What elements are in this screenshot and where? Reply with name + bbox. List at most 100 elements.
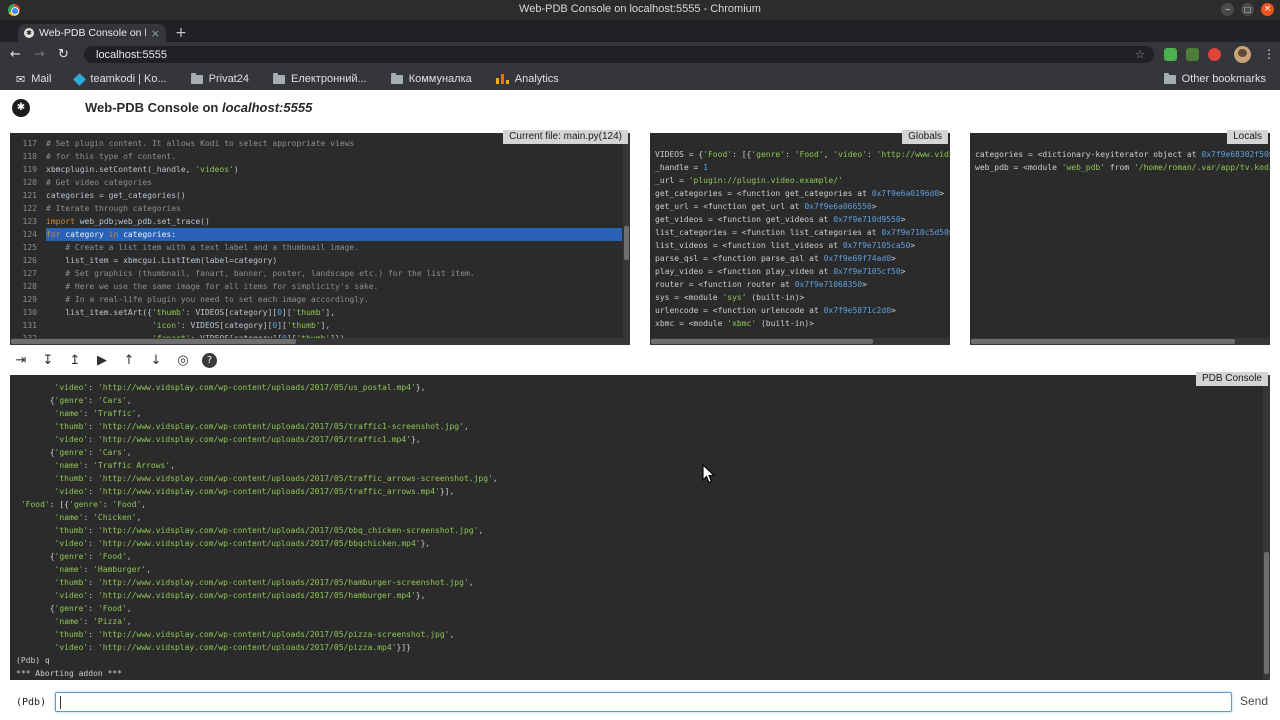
output-line: 'name': 'Traffic Arrows', bbox=[16, 459, 1268, 472]
window-titlebar[interactable]: Web-PDB Console on localhost:5555 - Chro… bbox=[0, 0, 1280, 20]
folder-icon bbox=[1164, 75, 1176, 84]
return-button[interactable]: ↥ bbox=[67, 352, 83, 369]
where-button[interactable]: ◎ bbox=[175, 352, 191, 369]
output-line: urlencode = <function urlencode at 0x7f9… bbox=[655, 304, 948, 317]
profile-avatar[interactable] bbox=[1234, 46, 1251, 63]
extension-1-icon[interactable] bbox=[1164, 48, 1177, 61]
code-line: 122# Iterate through categories bbox=[10, 202, 622, 215]
up-button[interactable]: ↑ bbox=[121, 352, 137, 369]
code-line: 128 # Here we use the same image for all… bbox=[10, 280, 622, 293]
console-panel: PDB Console 'video': 'http://www.vidspla… bbox=[10, 375, 1270, 680]
scrollbar-thumb[interactable] bbox=[624, 226, 629, 260]
bookmark-teamkodi[interactable]: teamkodi | Ko... bbox=[75, 73, 166, 85]
bookmark-analytics[interactable]: Analytics bbox=[496, 73, 559, 85]
page-title: Web-PDB Console on localhost:5555 bbox=[85, 100, 312, 115]
continue-button[interactable]: ▶ bbox=[94, 352, 110, 369]
analytics-icon bbox=[496, 74, 509, 84]
page-title-prefix: Web-PDB Console on bbox=[85, 100, 222, 115]
help-button[interactable]: ? bbox=[202, 353, 217, 368]
locals-chip: Locals bbox=[1227, 130, 1268, 144]
send-button[interactable]: Send bbox=[1240, 694, 1268, 708]
locals-horizontal-scrollbar[interactable] bbox=[970, 338, 1270, 345]
scrollbar-thumb[interactable] bbox=[971, 339, 1235, 344]
locals-output: categories = <dictionary-keyiterator obj… bbox=[970, 133, 1270, 345]
code-line: 124for category in categories: bbox=[10, 228, 622, 241]
output-line: sys = <module 'sys' (built-in)> bbox=[655, 291, 948, 304]
bookmark-star-icon[interactable]: ☆ bbox=[1135, 48, 1145, 61]
pdb-prompt-label: (Pdb) bbox=[16, 697, 46, 708]
extension-2-icon[interactable] bbox=[1186, 48, 1199, 61]
code-line: 126 list_item = xbmcgui.ListItem(label=c… bbox=[10, 254, 622, 267]
output-line: get_url = <function get_url at 0x7f9e6a0… bbox=[655, 200, 948, 213]
forward-icon[interactable]: → bbox=[34, 47, 45, 62]
output-line: 'video': 'http://www.vidsplay.com/wp-con… bbox=[16, 537, 1268, 550]
pdb-command-input[interactable] bbox=[55, 692, 1232, 712]
new-tab-button[interactable]: + bbox=[172, 24, 190, 42]
down-button[interactable]: ↓ bbox=[148, 352, 164, 369]
window-title: Web-PDB Console on localhost:5555 - Chro… bbox=[0, 3, 1280, 15]
globals-panel: Globals VIDEOS = {'Food': [{'genre': 'Fo… bbox=[650, 133, 950, 345]
address-bar[interactable]: localhost:5555 ☆ bbox=[84, 46, 1154, 63]
maximize-button[interactable]: □ bbox=[1241, 3, 1254, 16]
output-line: _handle = 1 bbox=[655, 161, 948, 174]
pdb-toolbar: ⇥ ↧ ↥ ▶ ↑ ↓ ◎ ? bbox=[13, 348, 217, 372]
globals-horizontal-scrollbar[interactable] bbox=[650, 338, 950, 345]
locals-panel: Locals categories = <dictionary-keyitera… bbox=[970, 133, 1270, 345]
code-line: 125 # Create a list item with a text lab… bbox=[10, 241, 622, 254]
back-icon[interactable]: ← bbox=[10, 47, 21, 62]
output-line: 'thumb': 'http://www.vidsplay.com/wp-con… bbox=[16, 420, 1268, 433]
output-line: router = <function router at 0x7f9e71068… bbox=[655, 278, 948, 291]
code-line: 123import web_pdb;web_pdb.set_trace() bbox=[10, 215, 622, 228]
scrollbar-thumb[interactable] bbox=[651, 339, 873, 344]
page-title-host: localhost:5555 bbox=[222, 100, 312, 115]
code-line: 130 list_item.setArt({'thumb': VIDEOS[ca… bbox=[10, 306, 622, 319]
close-button[interactable]: × bbox=[1261, 3, 1274, 16]
browser-tab[interactable]: ✱ Web-PDB Console on loca × bbox=[18, 24, 166, 42]
output-line: 'video': 'http://www.vidsplay.com/wp-con… bbox=[16, 381, 1268, 394]
other-bookmarks-button[interactable]: Other bookmarks bbox=[1164, 68, 1266, 90]
reload-icon[interactable]: ↻ bbox=[58, 47, 69, 62]
output-line: 'thumb': 'http://www.vidsplay.com/wp-con… bbox=[16, 628, 1268, 641]
bookmark-label: Коммуналка bbox=[409, 73, 472, 85]
output-line: 'thumb': 'http://www.vidsplay.com/wp-con… bbox=[16, 524, 1268, 537]
code-line: 121categories = get_categories() bbox=[10, 189, 622, 202]
output-line: list_videos = <function list_videos at 0… bbox=[655, 239, 948, 252]
url-text: localhost:5555 bbox=[96, 49, 167, 61]
current-file-panel: Current file: main.py(124) 117# Set plug… bbox=[10, 133, 630, 345]
bookmarks-bar: ✉ Mail teamkodi | Ko... Privat24 Електро… bbox=[0, 68, 1280, 90]
browser-menu-icon[interactable]: ⋮ bbox=[1263, 47, 1275, 61]
code-horizontal-scrollbar[interactable] bbox=[10, 338, 630, 345]
output-line: 'thumb': 'http://www.vidsplay.com/wp-con… bbox=[16, 472, 1268, 485]
window-controls: − □ × bbox=[1221, 3, 1274, 16]
bookmark-mail[interactable]: ✉ Mail bbox=[16, 73, 51, 86]
output-line: 'name': 'Traffic', bbox=[16, 407, 1268, 420]
console-output: 'video': 'http://www.vidsplay.com/wp-con… bbox=[10, 375, 1270, 680]
bookmark-folder-kommunalka[interactable]: Коммуналка bbox=[391, 73, 472, 85]
output-line: parse_qsl = <function parse_qsl at 0x7f9… bbox=[655, 252, 948, 265]
minimize-button[interactable]: − bbox=[1221, 3, 1234, 16]
output-line: play_video = <function play_video at 0x7… bbox=[655, 265, 948, 278]
bookmark-folder-privat24[interactable]: Privat24 bbox=[191, 73, 249, 85]
current-file-chip: Current file: main.py(124) bbox=[503, 130, 628, 144]
output-line: *** Aborting addon *** bbox=[16, 667, 1268, 680]
output-line: _url = 'plugin://plugin.video.example/' bbox=[655, 174, 948, 187]
scrollbar-thumb[interactable] bbox=[1264, 552, 1269, 674]
kodi-icon bbox=[74, 73, 87, 86]
code-vertical-scrollbar[interactable] bbox=[623, 133, 630, 345]
code-viewer[interactable]: 117# Set plugin content. It allows Kodi … bbox=[10, 133, 630, 345]
next-button[interactable]: ⇥ bbox=[13, 352, 29, 369]
screen: { "window": { "title": "Web-PDB Console … bbox=[0, 0, 1280, 720]
output-line: list_categories = <function list_categor… bbox=[655, 226, 948, 239]
other-bookmarks-label: Other bookmarks bbox=[1182, 73, 1266, 85]
output-line: get_categories = <function get_categorie… bbox=[655, 187, 948, 200]
step-button[interactable]: ↧ bbox=[40, 352, 56, 369]
code-lines: 117# Set plugin content. It allows Kodi … bbox=[10, 137, 622, 345]
output-line: web_pdb = <module 'web_pdb' from '/home/… bbox=[975, 161, 1268, 174]
output-line: {'genre': 'Cars', bbox=[16, 446, 1268, 459]
tab-close-icon[interactable]: × bbox=[151, 27, 160, 40]
bookmark-folder-electronic[interactable]: Електронний... bbox=[273, 73, 367, 85]
scrollbar-thumb[interactable] bbox=[11, 339, 296, 344]
extension-3-icon[interactable] bbox=[1208, 48, 1221, 61]
console-vertical-scrollbar[interactable] bbox=[1263, 375, 1270, 680]
output-line: {'genre': 'Food', bbox=[16, 550, 1268, 563]
